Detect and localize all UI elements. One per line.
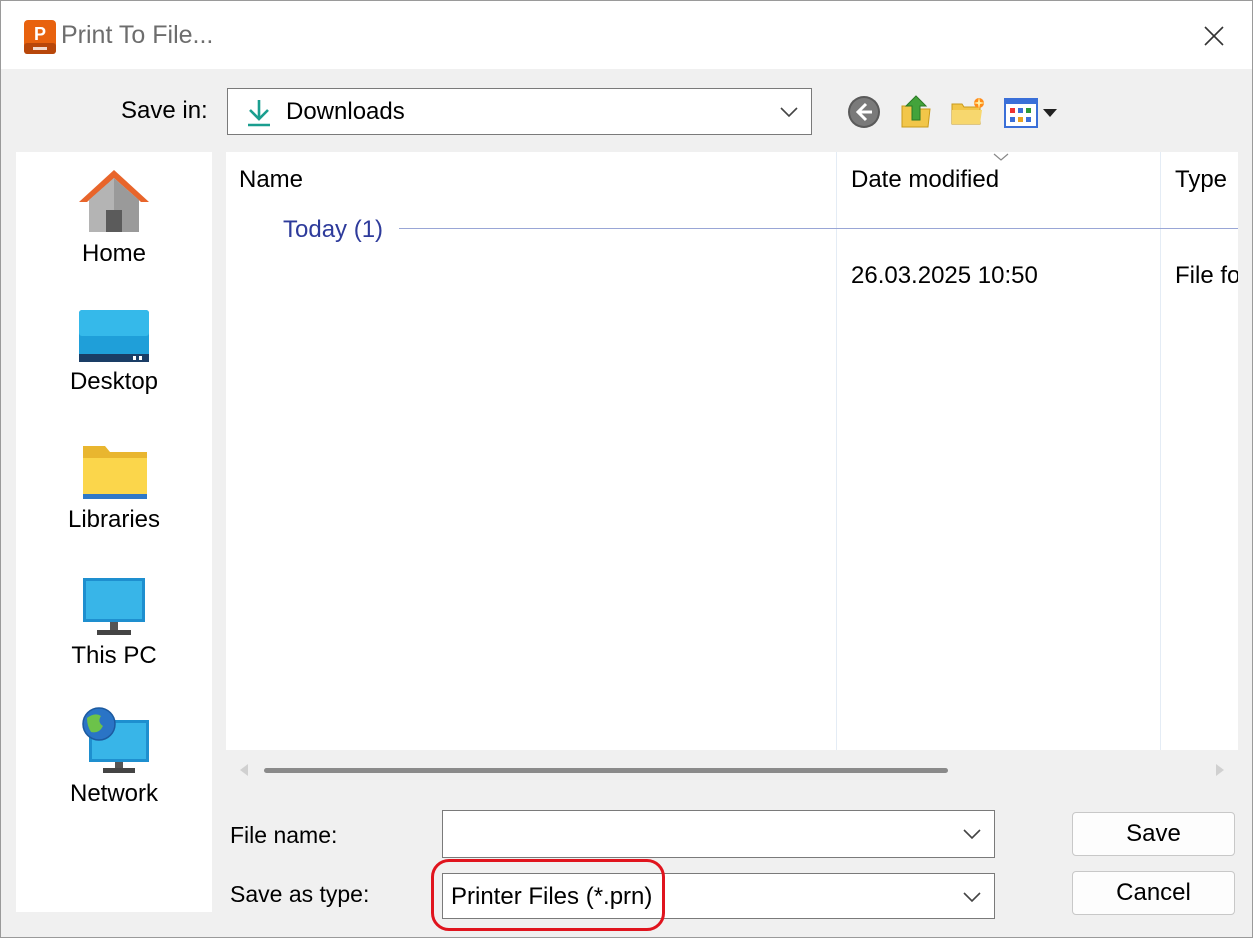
- place-label: Home: [81, 240, 147, 267]
- place-this-pc[interactable]: This PC: [16, 576, 212, 670]
- file-type-cell[interactable]: File fo: [1175, 262, 1238, 290]
- column-divider[interactable]: [1160, 152, 1161, 750]
- back-arrow-icon: [848, 96, 880, 128]
- print-to-file-dialog: P Print To File... Save in: Downloads Ho…: [0, 0, 1253, 938]
- file-name-label: File name:: [230, 822, 338, 848]
- up-folder-icon: [901, 95, 931, 128]
- save-in-label: Save in:: [121, 97, 208, 124]
- file-name-input[interactable]: [442, 810, 995, 858]
- cancel-button[interactable]: Cancel: [1072, 871, 1235, 915]
- libraries-icon: [83, 446, 147, 499]
- new-folder-icon: [951, 97, 985, 125]
- network-icon: [82, 707, 149, 773]
- save-as-type-dropdown[interactable]: Printer Files (*.prn): [442, 873, 995, 919]
- place-libraries[interactable]: Libraries: [16, 442, 212, 534]
- up-folder-button[interactable]: [897, 93, 935, 131]
- column-header-name[interactable]: Name: [239, 166, 303, 194]
- desktop-icon: [79, 310, 149, 362]
- svg-text:P: P: [34, 24, 46, 44]
- save-as-type-value: Printer Files (*.prn): [451, 883, 653, 910]
- title-bar: P Print To File...: [1, 1, 1252, 69]
- new-folder-button[interactable]: [949, 93, 987, 131]
- download-icon: [248, 100, 270, 127]
- column-header-date-modified[interactable]: Date modified: [851, 166, 999, 194]
- place-label: Libraries: [67, 506, 161, 533]
- scroll-right-icon[interactable]: [1210, 760, 1230, 780]
- place-desktop[interactable]: Desktop: [16, 308, 212, 396]
- window-title: Print To File...: [61, 21, 214, 49]
- this-pc-icon: [83, 578, 145, 635]
- place-network[interactable]: Network: [16, 706, 212, 808]
- sort-indicator-icon: [993, 153, 1009, 161]
- chevron-down-icon[interactable]: [962, 825, 982, 843]
- group-header-today[interactable]: Today (1): [283, 216, 383, 244]
- home-icon: [79, 170, 149, 232]
- save-in-dropdown[interactable]: Downloads: [227, 88, 812, 135]
- scroll-left-icon[interactable]: [234, 760, 254, 780]
- app-icon: P: [24, 20, 56, 54]
- chevron-down-icon: [780, 107, 798, 118]
- save-button[interactable]: Save: [1072, 812, 1235, 856]
- view-menu-icon: [1004, 98, 1057, 128]
- horizontal-scrollbar[interactable]: [226, 752, 1238, 788]
- places-bar: Home Desktop Libraries This PC Network: [16, 152, 212, 912]
- column-header-type[interactable]: Type: [1175, 166, 1227, 194]
- scrollbar-thumb[interactable]: [264, 768, 948, 773]
- place-label: Desktop: [69, 368, 159, 395]
- view-menu-button[interactable]: [1001, 93, 1061, 131]
- save-as-type-label: Save as type:: [230, 881, 370, 907]
- close-button[interactable]: [1189, 13, 1239, 59]
- place-label: This PC: [71, 642, 157, 669]
- place-label: Network: [69, 780, 159, 807]
- place-home[interactable]: Home: [16, 166, 212, 268]
- close-icon: [1204, 26, 1224, 46]
- save-in-value: Downloads: [286, 98, 405, 125]
- file-date-cell[interactable]: 26.03.2025 10:50: [851, 262, 1038, 290]
- file-list[interactable]: Name Date modified Type Today (1) 26.03.…: [226, 152, 1238, 750]
- chevron-down-icon: [963, 892, 981, 903]
- group-divider-line: [399, 228, 1238, 229]
- column-divider[interactable]: [836, 152, 837, 750]
- back-button[interactable]: [845, 93, 883, 131]
